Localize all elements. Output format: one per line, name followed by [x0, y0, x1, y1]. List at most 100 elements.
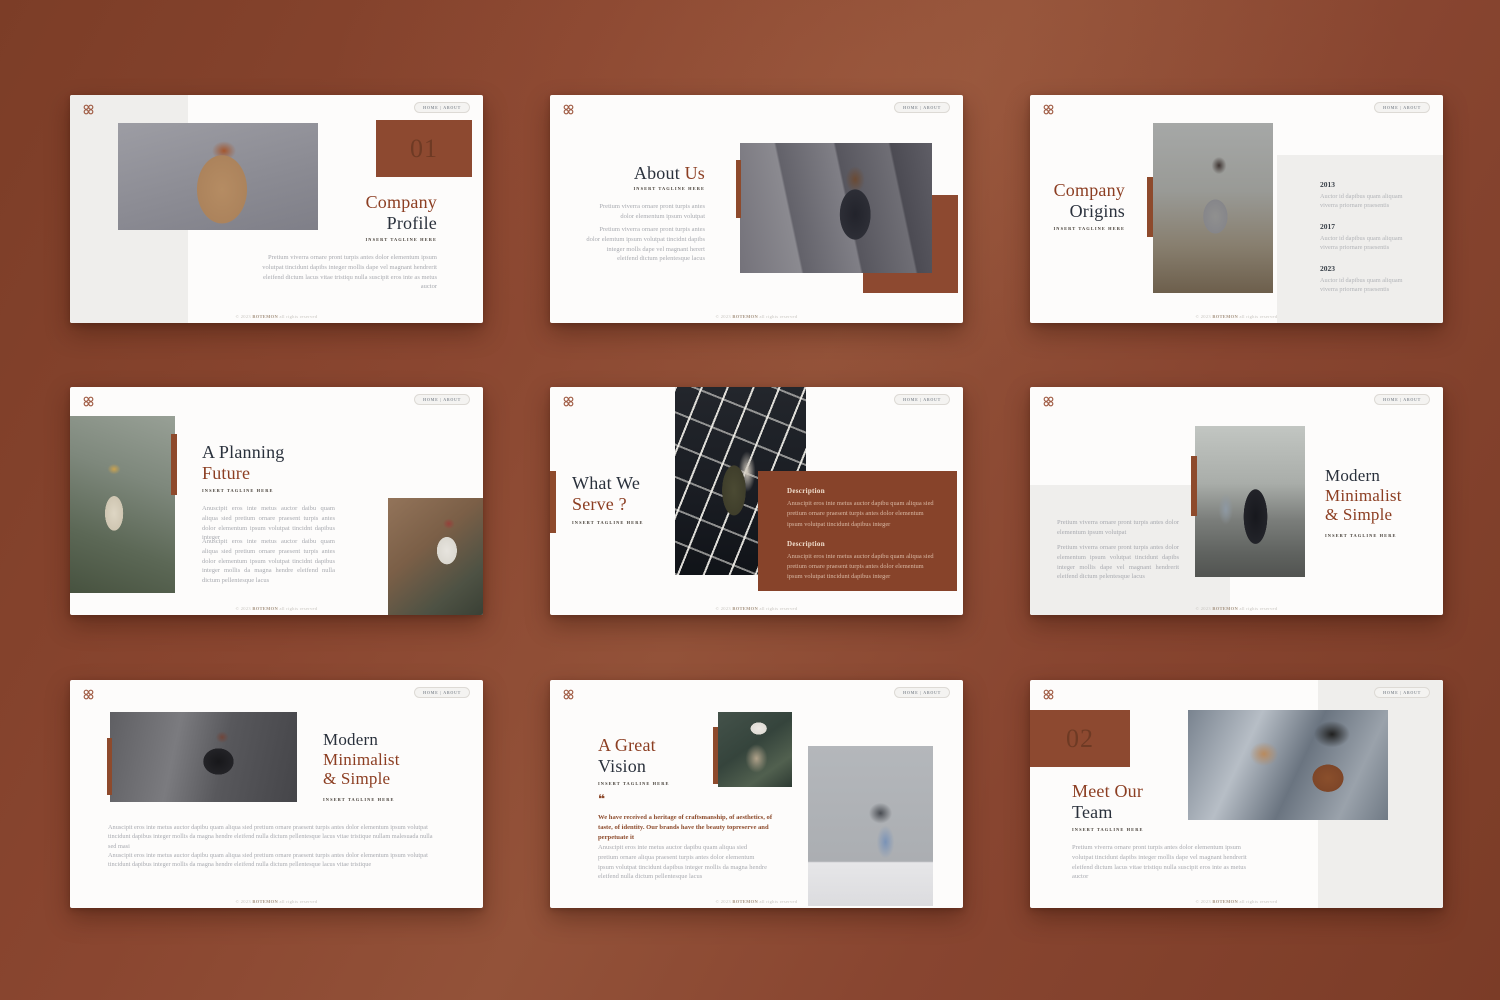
- slide-footer: © 2023 BOTEMON all rights reserved: [70, 606, 483, 611]
- section-number: 02: [1030, 710, 1130, 767]
- timeline-year: 2023: [1320, 264, 1408, 273]
- brand-logo-icon: [83, 687, 94, 698]
- body-text: Anuscipit eros inte metus auctor dapibu …: [598, 843, 768, 882]
- accent-bar: [1191, 456, 1197, 516]
- footer-brand: BOTEMON: [252, 606, 278, 611]
- nav-home-about[interactable]: HOME | ABOUT: [894, 687, 950, 698]
- footer-rights: all rights reserved: [759, 314, 797, 319]
- description-list: Description Anuscipit eros inte metus au…: [787, 487, 937, 593]
- slide-title: Company Origins: [1054, 180, 1125, 222]
- tagline: INSERT TAGLINE HERE: [366, 237, 438, 242]
- slide-footer: © 2023 BOTEMON all rights reserved: [550, 899, 963, 904]
- nav-home-about[interactable]: HOME | ABOUT: [414, 394, 470, 405]
- photo-woman-sitting: [110, 712, 297, 802]
- slide-title: Modern Minimalist & Simple: [323, 730, 400, 789]
- slide-footer: © 2023 BOTEMON all rights reserved: [1030, 899, 1443, 904]
- footer-copyright: © 2023: [716, 899, 731, 904]
- slide-modern-minimalist: Modern Minimalist & Simple INSERT TAGLIN…: [1030, 387, 1443, 615]
- title-line-dark: Team: [1072, 802, 1143, 823]
- slide-company-origins: Company Origins INSERT TAGLINE HERE 2013…: [1030, 95, 1443, 323]
- brand-logo-icon: [563, 102, 574, 113]
- tagline: INSERT TAGLINE HERE: [572, 520, 644, 525]
- footer-rights: all rights reserved: [1239, 899, 1277, 904]
- title-line-accent: Future: [202, 463, 285, 484]
- footer-rights: all rights reserved: [279, 314, 317, 319]
- description-heading: Description: [787, 540, 937, 548]
- timeline-entry: 2013 Auctor id dapibus quam aliquam vive…: [1320, 180, 1408, 211]
- footer-brand: BOTEMON: [252, 899, 278, 904]
- tagline: INSERT TAGLINE HERE: [1325, 533, 1397, 538]
- title-line-accent: Company: [366, 192, 437, 213]
- slide-company-profile: 01 Company Profile INSERT TAGLINE HERE P…: [70, 95, 483, 323]
- slide-title: Modern Minimalist & Simple: [1325, 466, 1402, 525]
- timeline-year: 2013: [1320, 180, 1408, 189]
- nav-home-about[interactable]: HOME | ABOUT: [1374, 687, 1430, 698]
- photo-woman-field: [1153, 123, 1273, 293]
- photo-studio-model: [118, 123, 318, 230]
- timeline-text: Auctor id dapibus quam aliquam viverra p…: [1320, 276, 1408, 296]
- body-text-1: Anuscipit eros inte metus auctor dapibu …: [108, 823, 437, 851]
- brand-logo-icon: [83, 394, 94, 405]
- slide-title: Company Profile: [366, 192, 437, 234]
- title-line-accent: Meet Our: [1072, 781, 1143, 802]
- accent-bar: [736, 160, 741, 218]
- timeline: 2013 Auctor id dapibus quam aliquam vive…: [1320, 180, 1408, 306]
- slide-a-great-vision: A Great Vision INSERT TAGLINE HERE ❝ We …: [550, 680, 963, 908]
- footer-rights: all rights reserved: [1239, 314, 1277, 319]
- title-line-dark: Modern: [323, 730, 400, 750]
- brand-logo-icon: [1043, 102, 1054, 113]
- slide-modern-minimalist-2: Modern Minimalist & Simple INSERT TAGLIN…: [70, 680, 483, 908]
- nav-home-about[interactable]: HOME | ABOUT: [1374, 102, 1430, 113]
- slide-footer: © 2023 BOTEMON all rights reserved: [550, 314, 963, 319]
- footer-rights: all rights reserved: [759, 606, 797, 611]
- tagline: INSERT TAGLINE HERE: [323, 797, 395, 802]
- title-line-accent: A Great: [598, 735, 656, 756]
- footer-rights: all rights reserved: [279, 899, 317, 904]
- slide-footer: © 2023 BOTEMON all rights reserved: [1030, 606, 1443, 611]
- footer-brand: BOTEMON: [252, 314, 278, 319]
- nav-home-about[interactable]: HOME | ABOUT: [894, 102, 950, 113]
- body-text-2: Anuscipit eros inte metus auctor daibu q…: [202, 537, 335, 586]
- brand-logo-icon: [1043, 687, 1054, 698]
- footer-brand: BOTEMON: [1212, 606, 1238, 611]
- footer-copyright: © 2023: [1196, 899, 1211, 904]
- title-line-dark: What We: [572, 473, 640, 494]
- nav-home-about[interactable]: HOME | ABOUT: [414, 687, 470, 698]
- title-line-dark: A Planning: [202, 442, 285, 463]
- slide-meet-our-team: 02 Meet Our Team INSERT TAGLINE HERE Pre…: [1030, 680, 1443, 908]
- accent-bar: [171, 434, 177, 495]
- body-text: Pretium viverra ornare pront turpis ante…: [1072, 843, 1257, 882]
- footer-copyright: © 2023: [236, 899, 251, 904]
- accent-bar: [713, 727, 718, 784]
- section-number: 01: [376, 120, 472, 177]
- section-number-box: 02: [1030, 710, 1130, 767]
- slide-footer: © 2023 BOTEMON all rights reserved: [70, 314, 483, 319]
- slide-what-we-serve: What We Serve ? INSERT TAGLINE HERE Desc…: [550, 387, 963, 615]
- footer-copyright: © 2023: [236, 314, 251, 319]
- nav-home-about[interactable]: HOME | ABOUT: [414, 102, 470, 113]
- slide-about-us: About Us INSERT TAGLINE HERE Pretium viv…: [550, 95, 963, 323]
- title-line-accent: Minimalist: [1325, 486, 1402, 506]
- slide-footer: © 2023 BOTEMON all rights reserved: [1030, 314, 1443, 319]
- title-line-accent: Minimalist: [323, 750, 400, 770]
- footer-brand: BOTEMON: [732, 314, 758, 319]
- footer-brand: BOTEMON: [1212, 899, 1238, 904]
- tagline: INSERT TAGLINE HERE: [634, 186, 706, 191]
- body-text-2: Anuscipit eros inte metus auctor dapibu …: [108, 851, 437, 870]
- title-line-dark: Profile: [366, 213, 437, 234]
- title-line-dark: Origins: [1054, 201, 1125, 222]
- body-text-2: Pretium viverra ornare pront turpis ante…: [585, 225, 705, 264]
- footer-copyright: © 2023: [716, 314, 731, 319]
- footer-rights: all rights reserved: [1239, 606, 1277, 611]
- nav-home-about[interactable]: HOME | ABOUT: [894, 394, 950, 405]
- description-block: Description Anuscipit eros inte metus au…: [787, 487, 937, 530]
- body-text: Pretium viverra ornare pront turpis ante…: [255, 253, 437, 292]
- timeline-text: Auctor id dapibus quam aliquam viverra p…: [1320, 234, 1408, 254]
- tagline: INSERT TAGLINE HERE: [202, 488, 274, 493]
- brand-logo-icon: [83, 102, 94, 113]
- timeline-year: 2017: [1320, 222, 1408, 231]
- accent-bar: [550, 471, 556, 533]
- nav-home-about[interactable]: HOME | ABOUT: [1374, 394, 1430, 405]
- title-line-accent: Company: [1054, 180, 1125, 201]
- slide-footer: © 2023 BOTEMON all rights reserved: [70, 899, 483, 904]
